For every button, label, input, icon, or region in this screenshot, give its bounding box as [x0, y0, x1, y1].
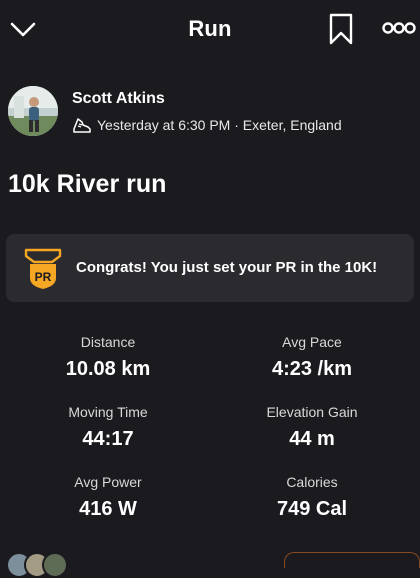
stat-value: 749 Cal	[276, 498, 348, 520]
stat-label: Avg Power	[74, 474, 142, 490]
stat-elevation-gain: Elevation Gain 44 m	[212, 404, 412, 451]
page-title: Run	[188, 16, 232, 41]
pr-medal-icon: PR	[24, 248, 62, 289]
stat-avg-pace: Avg Pace 4:23 /km	[212, 334, 412, 381]
bottom-action-button[interactable]	[284, 552, 420, 568]
pr-badge-text: PR	[35, 270, 52, 284]
stat-avg-power: Avg Power 416 W	[8, 474, 208, 521]
stat-label: Moving Time	[68, 404, 148, 420]
stat-value: 4:23 /km	[271, 358, 353, 380]
shoe-icon	[73, 118, 91, 133]
stat-moving-time: Moving Time 44:17	[8, 404, 208, 451]
stat-label: Avg Pace	[282, 334, 342, 350]
top-bar: Run	[0, 0, 420, 58]
pr-message: Congrats! You just set your PR in the 10…	[76, 259, 378, 276]
activity-title: 10k River run	[8, 170, 167, 198]
stat-value: 416 W	[79, 498, 137, 520]
stat-label: Elevation Gain	[266, 404, 358, 420]
avatar[interactable]	[8, 86, 58, 136]
stat-calories: Calories 749 Cal	[212, 474, 412, 521]
athlete-header: Scott Atkins Yesterday at 6:30 PM · Exet…	[8, 86, 414, 140]
avatar	[42, 552, 68, 578]
more-options-icon[interactable]	[382, 16, 416, 40]
athlete-name[interactable]: Scott Atkins	[72, 90, 165, 108]
activity-meta: Yesterday at 6:30 PM · Exeter, England	[72, 114, 342, 136]
stat-value: 10.08 km	[65, 358, 151, 380]
kudos-avatars[interactable]	[6, 552, 86, 578]
stat-value: 44 m	[289, 428, 335, 450]
date-location: Yesterday at 6:30 PM · Exeter, England	[97, 117, 342, 133]
pr-banner[interactable]: PR Congrats! You just set your PR in the…	[6, 234, 414, 302]
bookmark-icon[interactable]	[328, 13, 354, 45]
stat-label: Calories	[286, 474, 338, 490]
stat-distance: Distance 10.08 km	[8, 334, 208, 381]
stat-value: 44:17	[82, 428, 134, 450]
stat-label: Distance	[80, 334, 136, 350]
